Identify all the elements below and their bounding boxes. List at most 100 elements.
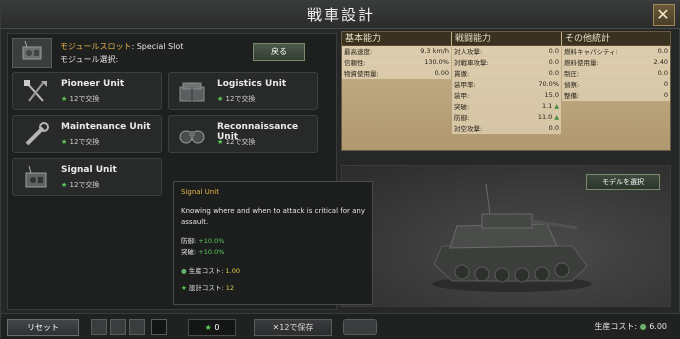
stat-row: 偵察: 0: [562, 78, 670, 90]
basic-stats-header: 基本能力: [342, 32, 451, 46]
effect-label: 突破:: [181, 248, 197, 256]
stat-value: 0.0: [643, 67, 670, 79]
stat-value: 0: [643, 89, 670, 101]
other-stats-header: その他統計: [562, 32, 670, 46]
module-select-label: モジュール選択:: [60, 55, 119, 64]
wrench-icon: [21, 122, 51, 148]
stat-value: 0.00: [400, 67, 451, 79]
slot-header: モジュールスロット: Special Slot モジュール選択: 戻る: [12, 38, 332, 68]
unit-cost: ★ 12で交換: [61, 180, 99, 190]
close-button[interactable]: ✕: [653, 4, 675, 26]
increase-arrow-icon: ▲: [554, 103, 559, 110]
unit-name: Pioneer Unit: [61, 79, 125, 89]
design-icon-3[interactable]: [129, 319, 145, 335]
unit-cost-suffix: で交換: [234, 95, 256, 103]
stat-row: 物資使用量: 0.00: [342, 67, 451, 79]
template-toggle[interactable]: [343, 319, 377, 335]
back-button[interactable]: 戻る: [253, 43, 305, 61]
stat-label: 対戦車攻撃:: [452, 56, 519, 68]
stat-label: 物資使用量:: [342, 67, 401, 79]
effect-value: +10.0%: [198, 237, 225, 245]
stat-row: 燃料使用量: 2.40: [562, 56, 670, 68]
slot-title: モジュールスロット: Special Slot: [60, 41, 183, 52]
stat-label: 制圧:: [562, 67, 644, 79]
unit-cost-suffix: で交換: [78, 138, 100, 146]
binoculars-icon: [177, 122, 207, 148]
star-icon: ★: [61, 138, 68, 146]
unit-card-pioneer[interactable]: Pioneer Unit ★ 12で交換: [12, 72, 162, 110]
window-title: 戦車設計: [306, 6, 375, 24]
stat-row: 装甲: 15.0: [452, 89, 561, 101]
bottom-bar: リセット ★ 0 ✕12で保存 生産コスト: ● 6.00: [1, 313, 680, 339]
stat-row: 信頼性: 130.0%: [342, 56, 451, 68]
stat-value: 0.0: [518, 67, 561, 79]
unit-tooltip: Signal Unit Knowing where and when to at…: [173, 181, 373, 305]
stats-panel: 基本能力 最高速度: 9.3 km/h 信頼性: 130.0% 物資使用量: 0.00…: [341, 31, 671, 151]
stat-label: 貫徹:: [452, 67, 519, 79]
effect-value: +10.0%: [198, 248, 225, 256]
stat-label: 燃料使用量:: [562, 56, 644, 68]
stat-row: 制圧: 0.0: [562, 67, 670, 79]
production-cost-display: 生産コスト: ● 6.00: [594, 321, 667, 332]
stat-value: 0.0: [518, 46, 561, 57]
unit-cost-suffix: で交換: [78, 95, 100, 103]
stat-value: 0.0: [518, 56, 561, 68]
unit-card-reconnaissance[interactable]: Reconnaissance Unit ★ 12で交換: [168, 115, 318, 153]
production-cost-label: 生産コスト:: [594, 322, 638, 331]
stat-row: 燃料キャパシティ: 0.0: [562, 46, 670, 57]
other-stats-table: 燃料キャパシティ: 0.0 燃料使用量: 2.40 制圧: 0.0 偵察: 0 整備: 0: [562, 46, 670, 101]
stat-row: 防御: 11.0 ▲: [452, 111, 561, 123]
stat-row: 対戦車攻撃: 0.0: [452, 56, 561, 68]
unit-name: Maintenance Unit: [61, 122, 151, 132]
slot-name: : Special Slot: [131, 42, 184, 51]
unit-card-logistics[interactable]: Logistics Unit ★ 12で交換: [168, 72, 318, 110]
star-icon: ★: [217, 138, 224, 146]
stat-row: 対人攻撃: 0.0: [452, 46, 561, 57]
basic-stats-table: 最高速度: 9.3 km/h 信頼性: 130.0% 物資使用量: 0.00: [342, 46, 451, 79]
combat-stats-table: 対人攻撃: 0.0 対戦車攻撃: 0.0 貫徹: 0.0 装甲率: 70.0% 装甲: 1…: [452, 46, 561, 134]
unit-cost-suffix: で交換: [78, 181, 100, 189]
increase-arrow-icon: ▲: [554, 114, 559, 121]
unit-name: Signal Unit: [61, 165, 117, 175]
tank-model-image: [432, 183, 592, 292]
stat-label: 装甲:: [452, 89, 519, 101]
stat-label: 装甲率:: [452, 78, 519, 90]
stat-value: 0.0: [518, 122, 561, 134]
tooltip-design-cost: ★ 設計コスト: 12: [181, 283, 365, 294]
stat-value: 0.0: [643, 46, 670, 57]
stat-value-text: 11.0: [537, 113, 553, 121]
stat-label: 信頼性:: [342, 56, 401, 68]
star-icon: ★: [217, 95, 224, 103]
basic-stats-column: 基本能力 最高速度: 9.3 km/h 信頼性: 130.0% 物資使用量: 0.00: [342, 32, 451, 150]
stat-value: 15.0: [518, 89, 561, 101]
stat-value: 11.0 ▲: [518, 111, 561, 123]
radio-icon: [21, 165, 51, 191]
unit-card-signal[interactable]: Signal Unit ★ 12で交換: [12, 158, 162, 196]
production-icon: ●: [181, 267, 187, 275]
save-button[interactable]: ✕12で保存: [254, 319, 332, 336]
tank-preview: モデルを選択: [341, 165, 671, 307]
window-title-bar: 戦車設計 ✕: [1, 1, 680, 29]
star-icon: ★: [181, 284, 187, 292]
stat-label: 整備:: [562, 89, 644, 101]
tooltip-production-cost: ● 生産コスト: 1.00: [181, 266, 365, 277]
crates-icon: [177, 79, 207, 105]
design-points-box: ★ 0: [188, 319, 236, 336]
stat-label: 燃料キャパシティ:: [562, 46, 644, 57]
stat-value: 130.0%: [400, 56, 451, 68]
design-icon-2[interactable]: [110, 319, 126, 335]
unit-cost: ★ 12で交換: [61, 94, 99, 104]
stat-label: 防御:: [452, 111, 519, 123]
star-icon: ★: [61, 181, 68, 189]
combat-stats-column: 戦闘能力 対人攻撃: 0.0 対戦車攻撃: 0.0 貫徹: 0.0 装甲率: 70.0%…: [452, 32, 561, 150]
reset-button[interactable]: リセット: [7, 319, 79, 336]
stat-row: 整備: 0: [562, 89, 670, 101]
design-icon-1[interactable]: [91, 319, 107, 335]
stat-value: 1.1 ▲: [518, 100, 561, 112]
design-slot-box[interactable]: [151, 319, 167, 335]
effect-label: 防御:: [181, 237, 197, 245]
unit-card-maintenance[interactable]: Maintenance Unit ★ 12で交換: [12, 115, 162, 153]
production-value: 1.00: [225, 267, 241, 275]
stat-value: 70.0%: [518, 78, 561, 90]
design-label: 設計コスト:: [188, 284, 224, 292]
